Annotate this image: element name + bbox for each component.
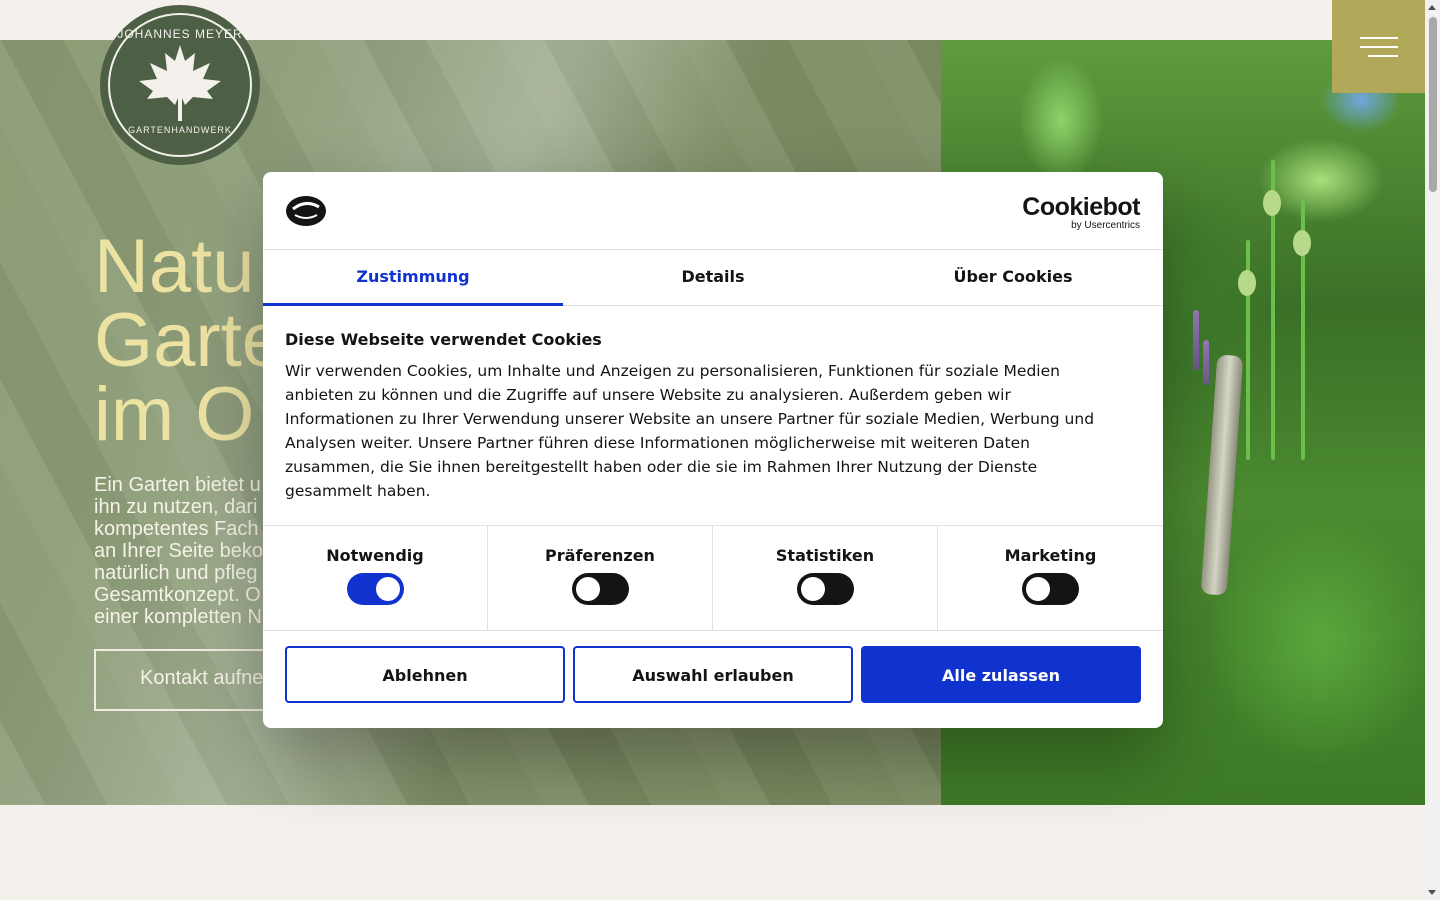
tree-trunk xyxy=(1200,354,1244,596)
dialog-heading: Diese Webseite verwendet Cookies xyxy=(285,330,602,349)
toggle-label: Marketing xyxy=(1004,546,1097,565)
dialog-text-line: anbieten zu können und die Zugriffe auf … xyxy=(285,386,1011,404)
brand-sub: by Usercentrics xyxy=(1071,220,1140,231)
maple-leaf-icon xyxy=(139,45,221,121)
teasel-bloom xyxy=(1293,230,1311,256)
purple-flower xyxy=(1193,310,1199,370)
dialog-actions: Ablehnen Auswahl erlauben Alle zulassen xyxy=(263,631,1163,718)
hamburger-menu-icon xyxy=(1368,55,1398,57)
tab-details[interactable]: Details xyxy=(563,250,863,305)
tab-zustimmung[interactable]: Zustimmung xyxy=(263,250,563,306)
allow-selection-button[interactable]: Auswahl erlauben xyxy=(573,646,853,703)
cookie-category-toggles: Notwendig Präferenzen Statistiken Market… xyxy=(263,526,1163,631)
toggle-group-marketing: Marketing xyxy=(938,526,1163,630)
company-logo[interactable]: JOHANNES MEYER GARTENHANDWERK xyxy=(100,5,260,165)
allow-all-button[interactable]: Alle zulassen xyxy=(861,646,1141,703)
toggle-label: Statistiken xyxy=(775,546,875,565)
hero-title-line: Natu xyxy=(94,224,255,309)
logo-top-text: JOHANNES MEYER xyxy=(117,27,243,41)
brand-name: Cookiebot xyxy=(1022,193,1140,221)
page-scrollbar[interactable] xyxy=(1425,0,1440,900)
logo-bottom-text: GARTENHANDWERK xyxy=(128,125,232,135)
dialog-text-line: Analysen weiter. Unsere Partner führen d… xyxy=(285,434,1030,452)
dialog-text-line: Informationen zu Ihrer Verwendung unsere… xyxy=(285,410,1095,428)
toggle-group-statistiken: Statistiken xyxy=(713,526,938,630)
cookiebot-brand[interactable]: Cookiebot by Usercentrics xyxy=(1022,194,1140,232)
scroll-down-icon[interactable] xyxy=(1428,890,1436,895)
cookie-consent-dialog: Cookiebot by Usercentrics Zustimmung Det… xyxy=(263,172,1163,728)
hero-title-line: im O xyxy=(94,372,255,457)
scroll-thumb[interactable] xyxy=(1429,17,1437,192)
toggle-group-notwendig: Notwendig xyxy=(263,526,488,630)
menu-button[interactable] xyxy=(1332,0,1425,93)
dialog-text-line: zusammen, die Sie ihnen bereitgestellt h… xyxy=(285,458,1038,476)
toggle-knob xyxy=(575,577,600,601)
hero-title-line: Garte xyxy=(94,298,285,383)
dialog-body: Diese Webseite verwendet Cookies Wir ver… xyxy=(263,306,1163,526)
hero-title: Natu Garte im O xyxy=(94,224,285,457)
toggle-knob xyxy=(1026,577,1050,601)
toggle-label: Notwendig xyxy=(326,546,424,565)
decline-button[interactable]: Ablehnen xyxy=(285,646,565,703)
scroll-up-icon[interactable] xyxy=(1428,5,1436,10)
dialog-header: Cookiebot by Usercentrics xyxy=(263,172,1163,250)
cookiebot-logo-icon xyxy=(286,196,326,226)
toggle-label: Präferenzen xyxy=(545,546,655,565)
teasel-bloom xyxy=(1238,270,1256,296)
dialog-tabs: Zustimmung Details Über Cookies xyxy=(263,250,1163,306)
toggle-knob xyxy=(800,577,825,601)
statistiken-toggle[interactable] xyxy=(796,573,854,605)
marketing-toggle[interactable] xyxy=(1022,573,1079,605)
notwendig-toggle[interactable] xyxy=(346,573,404,605)
dialog-text-line: gesammelt haben. xyxy=(285,482,431,500)
tab-ueber-cookies[interactable]: Über Cookies xyxy=(863,250,1163,305)
teasel-bloom xyxy=(1263,190,1281,216)
toggle-knob xyxy=(375,577,400,601)
purple-flower xyxy=(1203,340,1209,385)
hamburger-menu-icon xyxy=(1360,37,1398,39)
praeferenzen-toggle[interactable] xyxy=(571,573,629,605)
dialog-text-line: Wir verwenden Cookies, um Inhalte und An… xyxy=(285,362,1060,380)
toggle-group-praeferenzen: Präferenzen xyxy=(488,526,713,630)
hamburger-menu-icon xyxy=(1360,46,1398,48)
